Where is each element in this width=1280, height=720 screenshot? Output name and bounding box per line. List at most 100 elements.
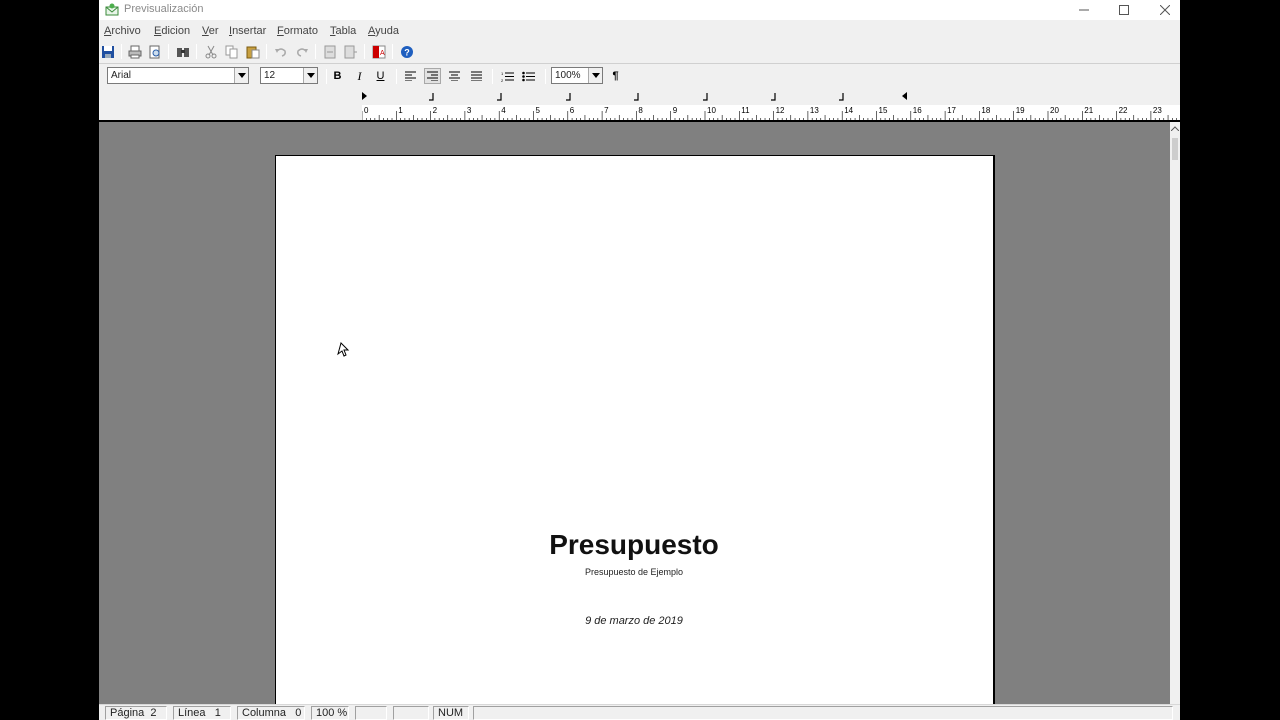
ruler-label: 17 [947, 106, 956, 115]
ruler-label: 4 [501, 106, 506, 115]
status-column: Columna 0 [237, 706, 305, 720]
redo-button[interactable] [293, 43, 311, 60]
status-line: Línea 1 [173, 706, 231, 720]
export-pdf-button[interactable]: A [370, 43, 388, 60]
chevron-down-icon[interactable] [303, 68, 317, 83]
ruler-label: 18 [981, 106, 990, 115]
menu-bar: Archivo Edicion Ver Insertar Formato Tab… [99, 22, 1180, 41]
font-name-value: Arial [111, 70, 132, 81]
format-toolbar: Arial 12 B I U 12 100% ¶ [99, 63, 1180, 87]
align-right-button[interactable] [424, 68, 441, 84]
scroll-up-icon[interactable] [1170, 124, 1180, 134]
align-center-button[interactable] [446, 68, 463, 84]
ruler-scale[interactable]: 0 1 2 3 4 5 6 7 8 9 10 11 12 13 14 15 16 17 18 19 20 21 22 23 [361, 105, 1180, 121]
show-formatting-button[interactable]: ¶ [607, 68, 624, 84]
help-button[interactable]: ? [398, 43, 416, 60]
ruler-label: 14 [844, 106, 853, 115]
menu-tabla[interactable]: Tabla [330, 25, 356, 37]
status-bar: Página 2 Línea 1 Columna 0 100 % NUM [99, 704, 1180, 720]
ruler-label: 3 [467, 106, 472, 115]
find-button[interactable] [174, 43, 192, 60]
page-break-button[interactable] [342, 43, 360, 60]
ruler-label: 7 [604, 106, 609, 115]
bullet-list-icon [522, 71, 535, 81]
font-name-select[interactable]: Arial [107, 67, 249, 84]
close-button[interactable] [1142, 0, 1180, 20]
ruler-label: 9 [673, 106, 678, 115]
ruler-label: 10 [707, 106, 716, 115]
ruler-label: 16 [913, 106, 922, 115]
chevron-down-icon[interactable] [588, 68, 602, 83]
scissors-icon [205, 45, 217, 58]
help-icon: ? [401, 45, 413, 58]
menu-ver[interactable]: Ver [202, 25, 219, 37]
paste-icon [246, 46, 260, 58]
standard-toolbar: A ? [99, 42, 1180, 61]
status-page: Página 2 [105, 706, 167, 720]
document-subtitle: Presupuesto de Ejemplo [584, 567, 684, 577]
menu-insertar[interactable]: Insertar [229, 25, 266, 37]
page-setup-button[interactable] [321, 43, 339, 60]
preview-window: Previsualización Archivo Edicion Ver Ins… [99, 0, 1180, 720]
ruler[interactable]: 0 1 2 3 4 5 6 7 8 9 10 11 12 13 14 15 16 17 18 19 20 21 22 23 [99, 88, 1180, 122]
ruler-label: 2 [433, 106, 438, 115]
menu-ayuda[interactable]: Ayuda [368, 25, 399, 37]
align-right-icon [427, 71, 438, 81]
bullet-list-button[interactable] [520, 68, 537, 84]
chevron-down-icon[interactable] [234, 68, 248, 83]
zoom-select[interactable]: 100% [551, 67, 603, 84]
cut-button[interactable] [202, 43, 220, 60]
print-button[interactable] [126, 43, 144, 60]
ruler-label: 8 [638, 106, 643, 115]
save-icon [102, 45, 114, 58]
print-preview-button[interactable] [146, 43, 164, 60]
svg-text:1: 1 [501, 71, 504, 76]
page-layout-icon [324, 45, 336, 58]
maximize-icon [1119, 5, 1129, 15]
status-num: NUM [433, 706, 469, 720]
document-title: Presupuesto [549, 529, 719, 560]
title-bar[interactable]: Previsualización [99, 0, 1180, 20]
copy-icon [225, 45, 238, 58]
status-message [473, 706, 1173, 720]
document-workspace[interactable]: Presupuesto Presupuesto de Ejemplo 9 de … [99, 122, 1170, 704]
ruler-label: 21 [1084, 106, 1093, 115]
ruler-label: 5 [536, 106, 541, 115]
menu-formato[interactable]: Formato [277, 25, 318, 37]
document-page[interactable]: Presupuesto Presupuesto de Ejemplo 9 de … [275, 155, 995, 704]
right-indent-marker [902, 92, 907, 100]
paste-button[interactable] [244, 43, 262, 60]
scrollbar-thumb[interactable] [1172, 138, 1178, 160]
copy-button[interactable] [223, 43, 241, 60]
ruler-label: 20 [1050, 106, 1059, 115]
svg-text:?: ? [404, 47, 410, 57]
svg-text:A: A [380, 50, 385, 57]
printer-icon [128, 45, 142, 58]
bold-button[interactable]: B [329, 68, 346, 84]
app-envelope-icon [105, 3, 119, 16]
save-button[interactable] [99, 43, 117, 60]
align-justify-button[interactable] [468, 68, 485, 84]
zoom-value: 100% [555, 70, 581, 81]
page-break-icon [344, 45, 357, 58]
menu-edicion[interactable]: Edicion [154, 25, 190, 37]
window-title: Previsualización [124, 3, 204, 15]
maximize-button[interactable] [1101, 0, 1147, 20]
align-left-button[interactable] [402, 68, 419, 84]
menu-archivo[interactable]: Archivo [104, 25, 141, 37]
italic-button[interactable]: I [351, 68, 368, 84]
numbered-list-icon: 12 [501, 71, 514, 82]
ruler-tab-stops[interactable] [99, 88, 1180, 105]
undo-icon [275, 47, 286, 57]
ruler-label: 6 [570, 106, 575, 115]
close-icon [1160, 5, 1170, 15]
vertical-scrollbar[interactable] [1170, 122, 1180, 704]
svg-text:2: 2 [501, 78, 504, 82]
tab-stop-marker [771, 93, 776, 101]
ruler-label: 1 [398, 106, 403, 115]
undo-button[interactable] [272, 43, 290, 60]
tab-stop-marker [497, 93, 502, 101]
numbered-list-button[interactable]: 12 [499, 68, 516, 84]
underline-button[interactable]: U [372, 68, 389, 84]
font-size-select[interactable]: 12 [260, 67, 318, 84]
